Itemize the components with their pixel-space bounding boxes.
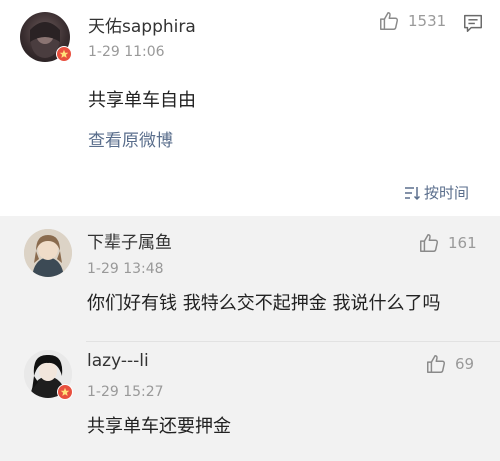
comment-item: 下辈子属鱼 1-29 13:48 161 你们好有钱 我特么交不起押金 我说什么… (0, 216, 500, 341)
username[interactable]: 下辈子属鱼 (87, 228, 172, 253)
thumbs-up-icon (380, 12, 399, 30)
like-count: 1531 (408, 12, 447, 30)
timestamp: 1-29 15:27 (87, 384, 164, 400)
comment-content: 共享单车还要押金 (87, 416, 231, 437)
thumbs-up-icon (427, 355, 446, 373)
sort-label: 按时间 (424, 184, 470, 202)
verified-badge-icon (56, 46, 72, 62)
thumbs-up-icon (420, 234, 439, 252)
comment-icon[interactable] (462, 12, 484, 38)
main-post: 天佑sapphira 1-29 11:06 1531 共享单车自由 查看原微博 … (0, 0, 500, 216)
timestamp: 1-29 11:06 (88, 44, 165, 60)
verified-badge-icon (57, 384, 73, 400)
like-count: 161 (448, 234, 477, 252)
avatar[interactable] (24, 229, 72, 277)
like-button[interactable]: 69 (425, 353, 474, 375)
comment-content: 你们好有钱 我特么交不起押金 我说什么了吗 (87, 293, 441, 314)
sort-icon (405, 186, 421, 200)
post-content: 共享单车自由 (88, 90, 196, 111)
like-button[interactable]: 161 (418, 232, 477, 254)
comments-section: 下辈子属鱼 1-29 13:48 161 你们好有钱 我特么交不起押金 我说什么… (0, 216, 500, 461)
timestamp: 1-29 13:48 (87, 261, 164, 277)
sort-by-time-button[interactable]: 按时间 (403, 182, 469, 203)
username[interactable]: 天佑sapphira (88, 12, 196, 37)
like-count: 69 (455, 355, 475, 373)
username[interactable]: lazy---li (87, 351, 149, 371)
view-original-link[interactable]: 查看原微博 (88, 126, 173, 151)
like-button[interactable]: 1531 (378, 10, 446, 32)
comment-item: lazy---li 1-29 15:27 69 共享单车还要押金 (0, 342, 500, 461)
